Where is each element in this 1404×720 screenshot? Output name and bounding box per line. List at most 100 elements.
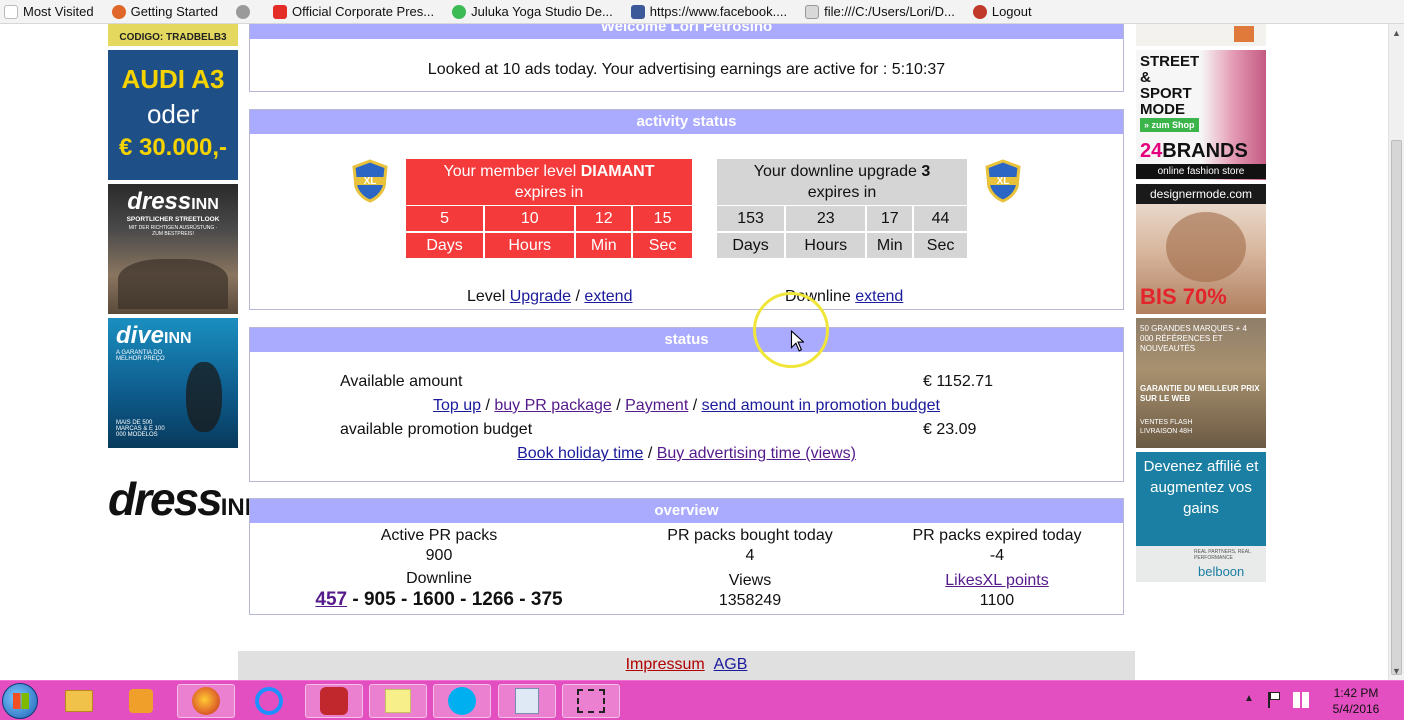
send-promotion-budget-link[interactable]: send amount in promotion budget [702,397,940,414]
scroll-down-arrow-icon[interactable]: ▼ [1392,666,1401,676]
downline-extend-link[interactable]: extend [855,288,903,305]
downline-level-1-link[interactable]: 457 [315,589,347,610]
taskbar-notepad[interactable] [498,684,556,718]
level-extend-link[interactable]: extend [584,288,632,305]
book-holiday-time-link[interactable]: Book holiday time [517,445,643,462]
sticky-notes-icon [385,689,411,713]
ad-street-brands: 24BRANDS [1140,140,1248,162]
member-timer: 5 10 12 15 Days Hours Min Sec [404,204,694,260]
clock-time: 1:42 PM [1333,686,1379,700]
buy-advertising-time-link[interactable]: Buy advertising time (views) [657,445,856,462]
impressum-link[interactable]: Impressum [626,656,705,673]
downline-upgrade-level: 3 [921,163,931,180]
scroll-up-arrow-icon[interactable]: ▲ [1392,28,1401,38]
active-pr-packs-label: Active PR packs [380,527,498,544]
taskbar-media-player[interactable] [112,684,170,718]
bookmark-label: Getting Started [130,4,219,19]
pr-packs-expired-value: -4 [989,547,1005,564]
bookmark-juluka-yoga[interactable]: Juluka Yoga Studio De... [448,4,613,19]
bookmark-label: Official Corporate Pres... [292,4,435,19]
youtube-icon [273,4,288,19]
likesxl-points-link-wrap: LikesXL points [847,572,1147,590]
bookmark-getting-started[interactable]: Getting Started [108,4,218,19]
activity-status-panel: activity status XL Your member level DIA… [249,109,1124,310]
likesxl-points-value: 1100 [979,592,1015,609]
bookmark-logout[interactable]: Logout [969,4,1032,19]
ad-dress-inn-2[interactable]: dressINN [108,472,262,552]
ad-top-partial[interactable]: CODIGO: TRADBELB3 [108,24,238,46]
logout-icon [972,4,987,19]
bookmark-label: file:///C:/Users/Lori/D... [824,4,955,19]
taskbar-snipping-tool[interactable] [562,684,620,718]
bookmarks-toolbar: Most Visited Getting Started Official Co… [0,0,1404,24]
taskbar-sticky-notes[interactable] [369,684,427,718]
ad-street-store: online fashion store [1136,164,1266,179]
ad-designer-mode[interactable]: designermode.com BIS 70% SALE [1136,184,1266,314]
ad-designer-couple [1166,212,1246,282]
clock[interactable]: 1:42 PM 5/4/2016 [1318,685,1394,717]
ad-street-sport[interactable]: STREET & SPORT MODE » zum Shop 24BRANDS … [1136,50,1266,180]
scroll-thumb[interactable] [1391,140,1402,675]
buy-pr-package-link[interactable]: buy PR package [494,397,611,414]
windows-taskbar: ▲ 1:42 PM 5/4/2016 [0,680,1404,720]
bookmark-most-visited[interactable]: Most Visited [0,4,94,19]
media-player-icon [129,689,153,713]
taskbar-file-explorer[interactable] [50,684,108,718]
ad-audi-or: oder [146,99,200,129]
taskbar-skype[interactable] [433,684,491,718]
ad-dive-diver [186,362,222,432]
snipping-tool-icon [577,689,605,713]
member-min-unit: Min [576,233,632,258]
ad-dive-small: MAIS DE 500 MARCAS & E 100 000 MODELOS [116,420,165,438]
payment-link[interactable]: Payment [625,397,688,414]
taskbar-firefox[interactable] [177,684,235,718]
ad-partial-mark [1234,26,1254,42]
member-days-value: 5 [406,206,484,231]
bookmark-file[interactable]: file:///C:/Users/Lori/D... [801,4,955,19]
promotion-budget-value: € 23.09 [923,421,977,438]
ad-designer-brand: designermode.com [1136,184,1266,204]
vertical-scrollbar[interactable]: ▲ ▼ [1388,24,1404,680]
ad-velo[interactable]: 50 GRANDES MARQUES + 4 000 RÉFÉRENCES ET… [1136,318,1266,448]
ad-dress-small: MIT DER RICHTIGEN AUSRÜSTUNG · ZUM BESTP… [128,225,218,237]
active-pr-packs-value: 900 [425,547,453,564]
windows-logo-icon [13,693,29,709]
ad-belboon-brand: belboon [1198,564,1245,579]
downline-label: Downline [406,570,472,587]
level-upgrade-link[interactable]: Upgrade [510,288,571,305]
overview-header: overview [250,499,1123,523]
ad-audi-title: AUDI A3 [121,64,225,94]
svg-text:XL: XL [364,176,377,187]
member-level-name: DIAMANT [580,163,655,180]
agb-link[interactable]: AGB [714,656,748,673]
ad-audi[interactable]: AUDI A3 oder € 30.000,- [108,50,238,180]
downline-hours-unit: Hours [786,233,866,258]
mouse-cursor-icon [790,330,804,352]
network-icon[interactable] [1293,692,1309,708]
start-button[interactable] [2,683,38,719]
file-explorer-icon [65,690,93,712]
ad-dive-inn[interactable]: diveINN A GARANTIA DO MELHOR PREÇO MAIS … [108,318,238,448]
likesxl-points-link[interactable]: LikesXL points [945,572,1048,589]
member-sec-unit: Sec [633,233,692,258]
top-up-link[interactable]: Top up [433,397,481,414]
activity-status-header: activity status [250,110,1123,134]
bookmark-label: Most Visited [23,4,94,19]
taskbar-filezilla[interactable] [305,684,363,718]
bookmark-facebook[interactable]: https://www.facebook.... [627,4,787,19]
google-icon [452,4,467,19]
overview-panel: overview Active PR packs 900 PR packs bo… [249,498,1124,615]
show-hidden-icons-icon[interactable]: ▲ [1244,693,1254,704]
notepad-icon [515,688,539,714]
footer: Impressum AGB [238,651,1135,680]
bookmark-globe[interactable] [232,4,255,19]
bookmark-official-corporate[interactable]: Official Corporate Pres... [269,4,434,19]
ad-top-right-partial[interactable] [1136,24,1266,46]
ad-dress-inn-1[interactable]: dressINN SPORTLICHER STREETLOOK MIT DER … [108,184,238,314]
available-amount-label: Available amount [340,373,463,390]
ad-belboon-footer: REAL PARTNERS, REAL PERFORMANCE belboon [1136,546,1266,582]
ad-velo-line2: GARANTIE DU MEILLEUR PRIX SUR LE WEB [1140,384,1260,403]
taskbar-internet-explorer[interactable] [240,684,298,718]
ad-belboon[interactable]: Devenez affilié et augmentez vos gains R… [1136,452,1266,582]
action-center-flag-icon[interactable] [1268,692,1282,708]
